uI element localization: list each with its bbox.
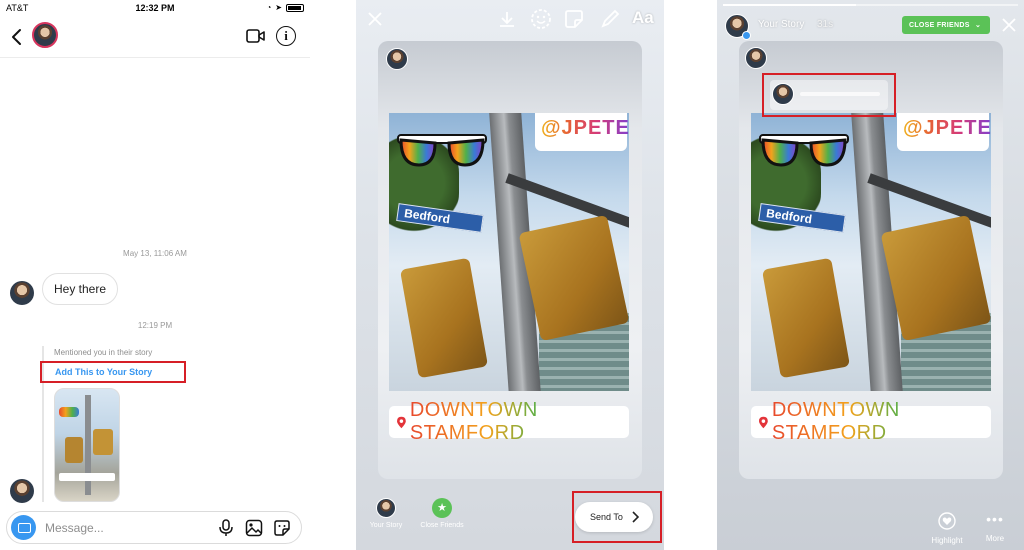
story-viewer-panel: Your Story 31s CLOSE FRIENDS ⌄ Bedford @…	[717, 0, 1024, 550]
your-story-option[interactable]: Your Story	[356, 498, 416, 529]
story-time-ago: 31s	[817, 19, 834, 30]
more-dots-icon: •••	[986, 511, 1004, 527]
editor-toolbar: Aa	[356, 0, 664, 40]
info-icon[interactable]: i	[276, 26, 296, 46]
face-effects-icon[interactable]	[530, 8, 552, 30]
clock-label: 12:32 PM	[135, 3, 175, 13]
location-pin-icon	[397, 416, 406, 428]
add-story-plus-icon[interactable]	[742, 31, 751, 40]
story-card: Bedford @JPETE10	[378, 41, 642, 479]
close-friends-badge-label: CLOSE FRIENDS	[909, 22, 970, 29]
close-icon[interactable]	[368, 12, 382, 26]
mention-handle: @JPETE10	[541, 117, 629, 139]
story-photo: Bedford @JPETE10	[751, 113, 991, 391]
draw-pen-icon[interactable]	[600, 9, 620, 29]
sunglasses-thumb	[59, 407, 79, 417]
location-sticker[interactable]: DOWNTOWN STAMFORD	[751, 399, 991, 444]
send-to-button[interactable]: Send To	[575, 502, 653, 532]
highlight-action[interactable]: Highlight	[925, 512, 969, 545]
close-friends-star-icon: ★	[432, 498, 452, 518]
message-composer[interactable]: Message...	[6, 511, 302, 544]
text-tool-icon[interactable]: Aa	[632, 8, 654, 28]
more-label: More	[985, 534, 1005, 543]
sender-avatar[interactable]	[10, 281, 34, 305]
thread-header: i	[0, 16, 310, 58]
camera-icon[interactable]	[11, 515, 36, 540]
mention-sticker: @JPETE10	[535, 113, 629, 151]
location-label: DOWNTOWN STAMFORD	[410, 399, 629, 445]
sticker-icon[interactable]	[564, 9, 584, 29]
sticker-icon[interactable]	[273, 519, 291, 537]
close-friends-option[interactable]: ★ Close Friends	[412, 498, 472, 529]
reshare-tag-highlight	[762, 73, 896, 117]
location-pin-icon	[759, 416, 768, 428]
chevron-down-icon: ⌄	[974, 22, 982, 29]
download-icon[interactable]	[498, 10, 516, 28]
location-icon: ➤	[275, 3, 282, 12]
light-thumb-left	[65, 437, 83, 463]
card-author-avatar	[745, 47, 767, 69]
more-action[interactable]: ••• More	[973, 512, 1017, 543]
story-editor-panel: Aa Bedford @JPETE DOWNTOWN STAMFORD Your…	[356, 0, 664, 550]
add-to-story-link[interactable]: Add This to Your Story	[40, 361, 186, 383]
mention-handle: @JPETE10	[903, 117, 991, 139]
close-icon[interactable]	[1002, 18, 1016, 32]
traffic-light-left	[399, 257, 489, 379]
microphone-icon[interactable]	[217, 519, 235, 537]
add-to-story-label: Add This to Your Story	[55, 367, 153, 377]
location-label: DOWNTOWN STAMFORD	[772, 399, 991, 445]
contact-avatar[interactable]	[32, 22, 58, 48]
timestamp-second: 12:19 PM	[137, 321, 173, 330]
highlight-heart-icon	[938, 512, 956, 530]
rainbow-sunglasses-sticker	[397, 134, 487, 167]
timestamp-first: May 13, 11:06 AM	[123, 249, 187, 258]
message-input[interactable]: Message...	[45, 521, 104, 535]
dm-thread-panel: AT&T 12:32 PM ◔ ➤ i May 13, 11:06 AM Hey…	[0, 0, 310, 550]
your-story-label: Your Story	[369, 522, 403, 529]
light-thumb-right	[93, 429, 113, 455]
alarm-icon: ◔	[266, 3, 272, 12]
video-call-icon[interactable]	[246, 28, 266, 44]
close-friends-badge[interactable]: CLOSE FRIENDS ⌄	[902, 16, 990, 34]
card-author-avatar	[386, 48, 408, 70]
screenshot-composite: AT&T 12:32 PM ◔ ➤ i May 13, 11:06 AM Hey…	[0, 0, 1024, 550]
send-to-label: Send To	[590, 512, 623, 522]
story-progress-bar	[723, 4, 1018, 6]
story-title[interactable]: Your Story	[758, 19, 804, 30]
story-progress-fill	[723, 4, 856, 6]
highlight-label: Highlight	[931, 536, 963, 545]
mention-sticker[interactable]: @JPETE10	[897, 113, 991, 151]
status-icons: ◔ ➤	[266, 3, 304, 12]
back-chevron-icon[interactable]	[10, 28, 24, 46]
mention-note: Mentioned you in their story	[54, 348, 153, 357]
your-story-avatar	[376, 498, 396, 518]
battery-icon	[286, 3, 304, 12]
traffic-light-left	[761, 257, 851, 379]
gallery-icon[interactable]	[245, 519, 263, 537]
close-friends-label: Close Friends	[420, 522, 464, 529]
message-bubble[interactable]: Hey there	[42, 273, 119, 305]
sender-avatar-2[interactable]	[10, 479, 34, 503]
rainbow-sunglasses-sticker	[759, 134, 849, 167]
status-bar: AT&T 12:32 PM ◔ ➤	[0, 0, 310, 16]
story-photo: Bedford @JPETE10	[389, 113, 629, 391]
location-thumb	[59, 473, 115, 481]
location-sticker: DOWNTOWN STAMFORD	[389, 399, 629, 444]
story-mention-thumbnail[interactable]	[54, 388, 120, 502]
chevron-right-icon	[632, 511, 639, 523]
